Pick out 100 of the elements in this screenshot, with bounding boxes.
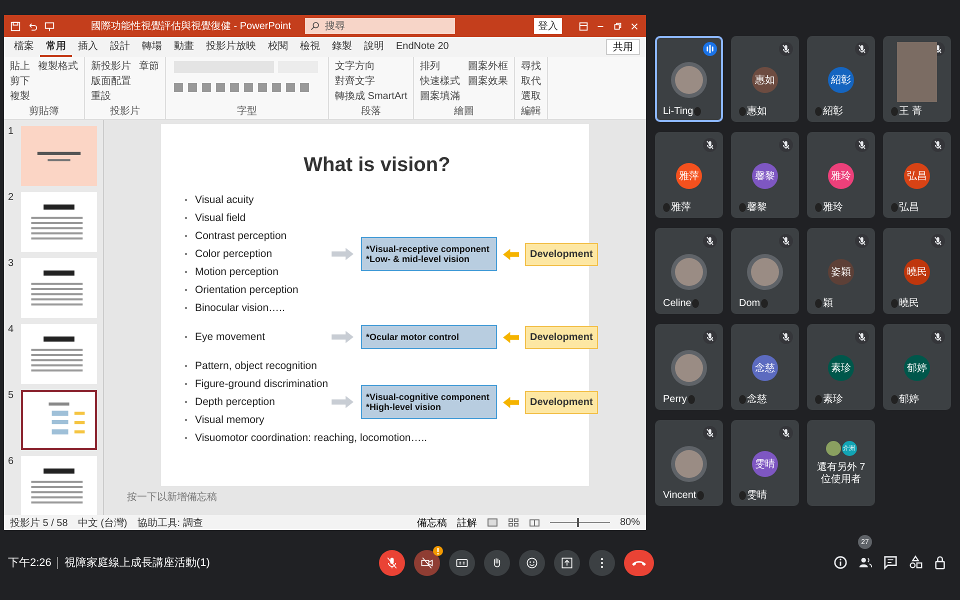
participant-name: Vincent <box>663 490 696 500</box>
participant-tile[interactable]: 雅萍 雅萍 <box>655 132 723 218</box>
participant-tile[interactable]: 雅玲 雅玲 <box>807 132 875 218</box>
avatar-placeholder <box>826 440 840 456</box>
ribbon-tab[interactable]: 投影片放映 <box>200 37 262 57</box>
ribbon-command[interactable]: 複製 <box>10 89 30 103</box>
accessibility-status[interactable]: 協助工具: 調查 <box>137 516 203 530</box>
slide-thumbnail[interactable] <box>21 192 97 252</box>
participant-tile[interactable]: Celine <box>655 228 723 314</box>
ribbon-command[interactable]: 圖案效果 <box>468 74 508 88</box>
shapes-icon[interactable] <box>908 555 923 570</box>
chat-icon[interactable] <box>883 555 898 570</box>
ribbon-command[interactable]: 取代 <box>521 74 542 88</box>
share-button[interactable]: 共用 <box>606 39 640 55</box>
notes-field[interactable]: 按一下以新增備忘稿 <box>125 490 329 504</box>
ribbon-command[interactable]: 選取 <box>521 89 542 103</box>
notes-button[interactable]: 備忘稿 <box>416 516 447 530</box>
redaction-mark <box>815 298 822 308</box>
participant-tile[interactable]: 素珍 素珍 <box>807 324 875 410</box>
avatar-initials: 馨黎 <box>752 163 778 189</box>
slide-thumbnail[interactable] <box>21 456 97 515</box>
normal-view-icon[interactable] <box>486 518 498 527</box>
slide-thumbnail[interactable] <box>21 258 97 318</box>
ribbon-tab[interactable]: 校閱 <box>262 37 294 57</box>
zoom-level[interactable]: 80% <box>620 517 640 528</box>
ribbon-display-icon[interactable] <box>578 20 589 32</box>
participant-tile[interactable]: 王 菁 <box>883 36 951 122</box>
development-label: Development <box>525 326 598 348</box>
ribbon-command[interactable]: 重設 <box>91 89 131 103</box>
participant-tile[interactable]: 曉民 曉民 <box>883 228 951 314</box>
mic-button[interactable] <box>379 550 405 576</box>
ribbon-command[interactable]: 轉換成 SmartArt <box>335 89 408 103</box>
avatar-initials: 雅玲 <box>828 163 854 189</box>
participant-tile[interactable]: 弘昌 弘昌 <box>883 132 951 218</box>
ribbon-command[interactable]: 章節 <box>139 59 159 73</box>
ribbon-command[interactable]: 版面配置 <box>91 74 131 88</box>
participant-name: Li-Ting <box>663 106 694 116</box>
sign-in-button[interactable]: 登入 <box>534 18 562 34</box>
comments-button[interactable]: 註解 <box>456 516 477 530</box>
participant-tile[interactable]: Dom <box>731 228 799 314</box>
participant-tile[interactable]: Perry <box>655 324 723 410</box>
zoom-slider-thumb[interactable] <box>576 518 579 527</box>
hand-button[interactable] <box>484 550 510 576</box>
present-button[interactable] <box>554 550 580 576</box>
ribbon-tab[interactable]: 設計 <box>104 37 136 57</box>
participant-tile[interactable]: 惠如 惠如 <box>731 36 799 122</box>
ribbon-command[interactable]: 圖案填滿 <box>420 89 460 103</box>
ribbon-tab[interactable]: 插入 <box>72 37 104 57</box>
arrow-icon <box>503 396 519 408</box>
ribbon-command[interactable]: 複製格式 <box>38 59 78 73</box>
end-button[interactable] <box>624 550 654 576</box>
more-participants-label: 還有另外 7 位使用者 <box>816 462 866 486</box>
participant-tile[interactable]: 姿穎 穎 <box>807 228 875 314</box>
ribbon-command[interactable]: 排列 <box>420 59 460 73</box>
ribbon-group-label: 繪圖 <box>453 105 476 118</box>
ribbon-tab[interactable]: 錄製 <box>326 37 358 57</box>
participant-tile[interactable]: 馨黎 馨黎 <box>731 132 799 218</box>
participant-tile[interactable]: Vincent <box>655 420 723 506</box>
ribbon-command[interactable]: 新投影片 <box>91 59 131 73</box>
reading-view-icon[interactable] <box>528 518 540 527</box>
ribbon-command[interactable]: 圖案外框 <box>468 59 508 73</box>
ribbon-tab[interactable]: EndNote 20 <box>390 37 455 57</box>
ribbon-command[interactable]: 對齊文字 <box>335 74 408 88</box>
participant-tile[interactable]: 念慈 念慈 <box>731 324 799 410</box>
presentation-icon[interactable] <box>44 20 55 32</box>
captions-button[interactable] <box>449 550 475 576</box>
info-icon[interactable] <box>833 555 848 570</box>
participant-tile[interactable]: Li-Ting <box>655 36 723 122</box>
ribbon-tab[interactable]: 檢視 <box>294 37 326 57</box>
slide-thumbnail[interactable] <box>21 324 97 384</box>
redaction-mark <box>697 490 704 500</box>
ribbon-command[interactable]: 快速樣式 <box>420 74 460 88</box>
restore-icon[interactable] <box>612 20 623 32</box>
people-icon[interactable] <box>858 555 873 570</box>
participant-tile[interactable]: 紹彰 紹彰 <box>807 36 875 122</box>
avatar-initials: 雅萍 <box>676 163 702 189</box>
lock-icon[interactable] <box>933 555 948 570</box>
search-field[interactable]: 搜尋 <box>305 18 456 34</box>
ribbon-tab[interactable]: 動畫 <box>168 37 200 57</box>
save-icon[interactable] <box>10 20 21 32</box>
grid-view-icon[interactable] <box>508 518 519 527</box>
emoji-button[interactable] <box>519 550 545 576</box>
close-icon[interactable] <box>629 20 640 32</box>
avatar-placeholder <box>675 450 703 478</box>
ribbon-tab[interactable]: 轉場 <box>136 37 168 57</box>
ribbon-tab[interactable]: 檔案 <box>8 37 40 57</box>
participant-name: 王 菁 <box>899 104 922 118</box>
ribbon-tab[interactable]: 說明 <box>358 37 390 57</box>
ribbon-command[interactable]: 尋找 <box>521 59 542 73</box>
participant-tile[interactable]: 郁婷 郁婷 <box>883 324 951 410</box>
participant-tile[interactable]: 雯晴 雯晴 <box>731 420 799 506</box>
slide-thumbnail[interactable] <box>21 390 97 450</box>
ribbon-command[interactable]: 文字方向 <box>335 59 408 73</box>
language-status: 中文 (台灣) <box>78 516 128 530</box>
ribbon-command[interactable]: 貼上 <box>10 59 30 73</box>
avatar-initials: 郁婷 <box>904 355 930 381</box>
slide-thumbnail[interactable] <box>21 126 97 186</box>
ribbon-command[interactable]: 剪下 <box>10 74 30 88</box>
undo-icon[interactable] <box>27 20 38 32</box>
redaction-mark <box>815 106 822 116</box>
